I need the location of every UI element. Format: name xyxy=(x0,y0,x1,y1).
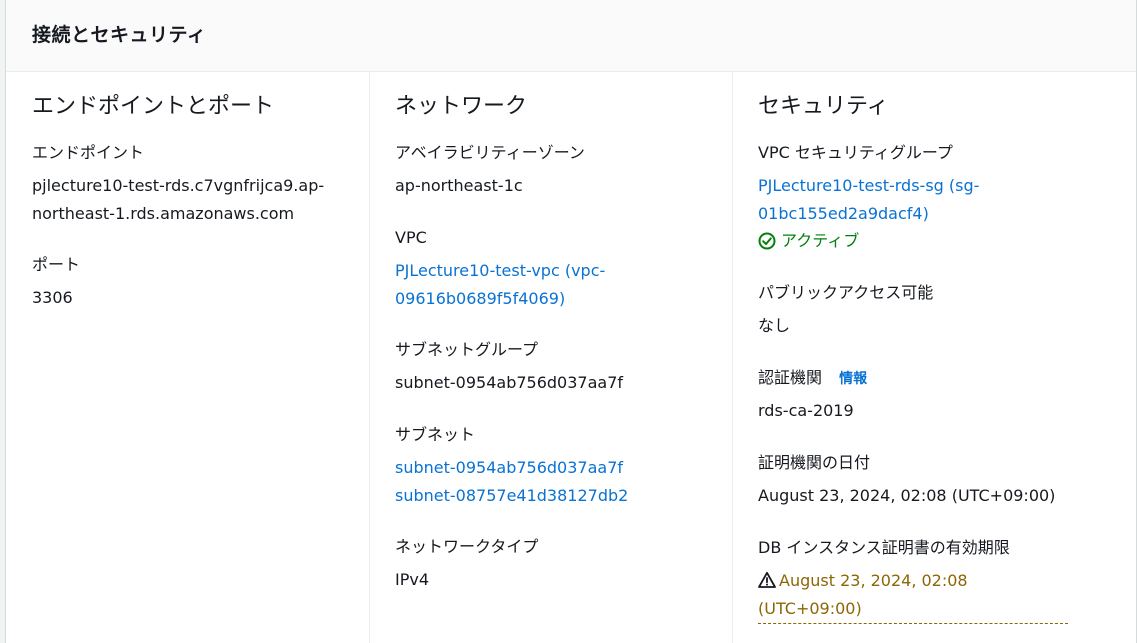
public-access-value: なし xyxy=(758,316,791,335)
security-heading: セキュリティ xyxy=(758,94,889,119)
endpoint-label: エンドポイント xyxy=(32,143,145,162)
availability-zone-field: アベイラビリティーゾーン ap-northeast-1c xyxy=(395,142,585,200)
vpc-field: VPC PJLecture10-test-vpc (vpc-09616b0689… xyxy=(395,227,625,313)
security-group-status-text: アクティブ xyxy=(781,231,860,250)
certificate-authority-value: rds-ca-2019 xyxy=(758,401,854,420)
availability-zone-value: ap-northeast-1c xyxy=(395,176,523,195)
ca-date-value: August 23, 2024, 02:08 (UTC+09:00) xyxy=(758,486,1056,505)
certificate-authority-field: 認証機関 情報 rds-ca-2019 xyxy=(758,367,867,425)
endpoint-port-column: エンドポイントとポート エンドポイント pjlecture10-test-rds… xyxy=(6,72,369,643)
warning-icon xyxy=(758,571,776,588)
subnet-group-label: サブネットグループ xyxy=(395,340,539,359)
cert-expiry-field: DB インスタンス証明書の有効期限 August 23, 2024, 02:08… xyxy=(758,537,1068,624)
security-group-label: VPC セキュリティグループ xyxy=(758,143,953,162)
port-value: 3306 xyxy=(32,288,73,307)
panel-title: 接続とセキュリティ xyxy=(32,24,207,46)
network-type-field: ネットワークタイプ IPv4 xyxy=(395,536,538,594)
vpc-label: VPC xyxy=(395,228,427,247)
subnet-group-field: サブネットグループ subnet-0954ab756d037aa7f xyxy=(395,339,623,397)
certificate-authority-label-row: 認証機関 情報 xyxy=(758,367,867,389)
endpoint-value: pjlecture10-test-rds.c7vgnfrijca9.ap-nor… xyxy=(32,176,325,223)
certificate-authority-label: 認証機関 xyxy=(758,368,823,387)
cert-expiry-warning[interactable]: August 23, 2024, 02:08 (UTC+09:00) xyxy=(758,567,1068,624)
network-column: ネットワーク アベイラビリティーゾーン ap-northeast-1c VPC … xyxy=(369,72,733,643)
subnets-field: サブネット subnet-0954ab756d037aa7f subnet-08… xyxy=(395,424,628,510)
ca-date-label: 証明機関の日付 xyxy=(758,453,871,472)
security-column: セキュリティ VPC セキュリティグループ PJLecture10-test-r… xyxy=(732,72,1137,643)
connectivity-security-panel: 接続とセキュリティ エンドポイントとポート エンドポイント pjlecture1… xyxy=(5,0,1137,643)
network-heading: ネットワーク xyxy=(395,94,528,119)
vpc-link[interactable]: PJLecture10-test-vpc (vpc-09616b0689f5f4… xyxy=(395,257,625,313)
subnets-label: サブネット xyxy=(395,425,476,444)
public-access-field: パブリックアクセス可能 なし xyxy=(758,282,933,340)
cert-expiry-label: DB インスタンス証明書の有効期限 xyxy=(758,538,1010,557)
subnet-link[interactable]: subnet-0954ab756d037aa7f xyxy=(395,454,628,482)
panel-header: 接続とセキュリティ xyxy=(6,0,1137,72)
network-type-label: ネットワークタイプ xyxy=(395,537,539,556)
port-field: ポート 3306 xyxy=(32,254,80,312)
ca-date-field: 証明機関の日付 August 23, 2024, 02:08 (UTC+09:0… xyxy=(758,452,1055,510)
endpoint-field: エンドポイント pjlecture10-test-rds.c7vgnfrijca… xyxy=(32,142,332,228)
security-group-link[interactable]: PJLecture10-test-rds-sg (sg-01bc155ed2a9… xyxy=(758,172,998,228)
network-type-value: IPv4 xyxy=(395,570,430,589)
certificate-authority-info-link[interactable]: 情報 xyxy=(839,371,867,387)
subnet-group-value: subnet-0954ab756d037aa7f xyxy=(395,373,623,392)
security-group-status: アクティブ xyxy=(758,228,998,254)
public-access-label: パブリックアクセス可能 xyxy=(758,283,934,302)
subnet-link[interactable]: subnet-08757e41d38127db2 xyxy=(395,482,628,510)
cert-expiry-value: August 23, 2024, 02:08 (UTC+09:00) xyxy=(758,571,968,618)
availability-zone-label: アベイラビリティーゾーン xyxy=(395,143,585,162)
status-positive-icon xyxy=(758,232,776,250)
security-group-field: VPC セキュリティグループ PJLecture10-test-rds-sg (… xyxy=(758,142,998,254)
endpoint-port-heading: エンドポイントとポート xyxy=(32,94,275,119)
subnets-list: subnet-0954ab756d037aa7f subnet-08757e41… xyxy=(395,454,628,510)
port-label: ポート xyxy=(32,255,81,274)
